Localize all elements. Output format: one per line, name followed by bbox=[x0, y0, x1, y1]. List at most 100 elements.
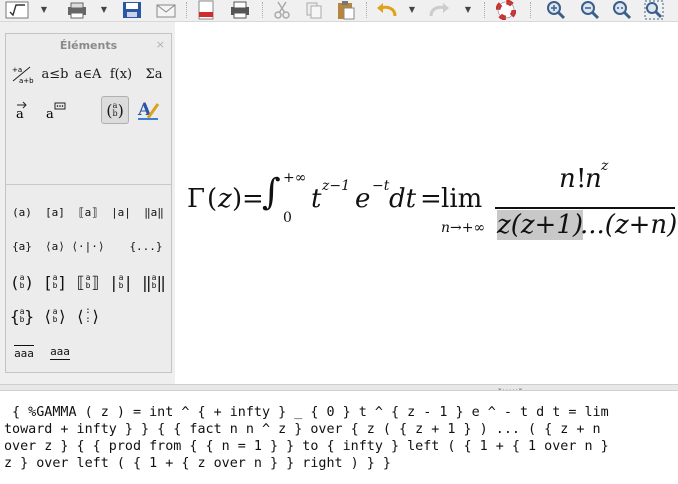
overbrace[interactable]: aaa bbox=[10, 340, 38, 364]
scalable-abs-brackets[interactable]: | a b | bbox=[107, 270, 135, 294]
attributes-icon[interactable]: a bbox=[8, 96, 36, 124]
bracket-left: ‖ bbox=[141, 272, 152, 292]
set-operations-label: a∈A bbox=[74, 66, 102, 82]
operators-label: Σa bbox=[145, 66, 163, 82]
command-editor[interactable]: { %GAMMA ( z ) = int ^ { + infty } _ { 0… bbox=[0, 390, 678, 484]
scalable-norm-brackets[interactable]: ‖ a b ‖ bbox=[140, 270, 168, 294]
bracket-left: ⟦ bbox=[75, 272, 86, 292]
gamma-symbol: Γ bbox=[187, 184, 206, 214]
email-icon[interactable] bbox=[154, 0, 178, 20]
angle-brackets[interactable]: ⟨a⟩ bbox=[41, 234, 69, 258]
bracket-right: ⟩ bbox=[90, 306, 101, 326]
svg-text:a: a bbox=[16, 107, 24, 121]
dt: dt bbox=[389, 184, 417, 214]
operators-icon[interactable]: Σa bbox=[140, 60, 168, 88]
set-operations-icon[interactable]: a∈A bbox=[74, 60, 102, 88]
zoom-in-icon[interactable] bbox=[544, 0, 568, 20]
equals-sign-2: = bbox=[420, 184, 442, 214]
underbrace[interactable]: aaa bbox=[46, 340, 74, 364]
chevron-down-icon[interactable]: ▼ bbox=[464, 6, 472, 14]
unary-binary-ops-icon[interactable]: +a a+b bbox=[8, 60, 36, 88]
equals-sign: = bbox=[242, 184, 264, 214]
panel-divider bbox=[6, 184, 171, 185]
show-all-zoom-icon[interactable] bbox=[642, 0, 666, 20]
bracket-right: ‖ bbox=[156, 272, 167, 292]
command-line[interactable]: toward + infty } } { { fact n n ^ z } ov… bbox=[4, 421, 678, 438]
scalable-operator-brackets[interactable]: ⟨:: ⟩ bbox=[74, 304, 102, 328]
bracket-right: ) bbox=[24, 272, 35, 292]
zoom-out-icon[interactable] bbox=[578, 0, 602, 20]
scalable-angle-brackets[interactable]: ⟨ a b ⟩ bbox=[41, 304, 69, 328]
toolbar-separator bbox=[186, 2, 187, 18]
double-square-brackets[interactable]: ⟦a⟧ bbox=[74, 200, 102, 224]
close-icon[interactable]: × bbox=[156, 38, 165, 51]
zoom-100-icon[interactable] bbox=[610, 0, 634, 20]
paren-close: ) bbox=[232, 184, 243, 214]
undo-icon[interactable] bbox=[374, 0, 400, 20]
numerator-n-power-base: n bbox=[585, 164, 602, 194]
relations-icon[interactable]: a≤b bbox=[41, 60, 69, 88]
functions-icon[interactable]: f(x) bbox=[107, 60, 135, 88]
others-icon[interactable]: a bbox=[41, 96, 69, 124]
lim-subscript: n→+∞ bbox=[441, 220, 486, 236]
command-line[interactable]: over z } { { prod from { { n = 1 } } to … bbox=[4, 438, 678, 455]
brackets-icon[interactable]: (a b) bbox=[101, 96, 129, 124]
scalable-curly-brackets[interactable]: {a b} bbox=[8, 304, 36, 328]
chevron-down-icon[interactable]: ▼ bbox=[100, 6, 108, 14]
toolbar-separator bbox=[530, 2, 531, 18]
command-line[interactable]: { %GAMMA ( z ) = int ^ { + infty } _ { 0… bbox=[4, 404, 678, 421]
scalable-square-brackets[interactable]: [a b] bbox=[41, 270, 69, 294]
formula-view[interactable]: Γ ( z ) = ∫ +∞ 0 t z−1 e −t dt = lim n→+… bbox=[175, 22, 678, 384]
numerator-n: n bbox=[559, 164, 576, 194]
print-icon[interactable] bbox=[228, 0, 252, 20]
square-brackets[interactable]: [a] bbox=[41, 200, 69, 224]
t-exponent: z−1 bbox=[322, 178, 351, 194]
bracket-left: | bbox=[108, 272, 119, 292]
element-categories: +a a+b a≤b a∈A f(x) Σa a a (a b) A bbox=[6, 58, 171, 184]
variable-z: z bbox=[218, 184, 232, 214]
toolbar-separator bbox=[262, 2, 263, 18]
elements-panel: Éléments × +a a+b a≤b a∈A f(x) Σa a a (a b… bbox=[5, 33, 172, 373]
toolbar-separator bbox=[366, 2, 367, 18]
bracket-left: [ bbox=[42, 272, 53, 292]
command-line[interactable]: z } over left ( { 1 + { z over n } } rig… bbox=[4, 455, 678, 472]
norm-brackets[interactable]: ‖a‖ bbox=[140, 200, 168, 224]
copy-icon[interactable] bbox=[302, 0, 326, 20]
scalable-double-square-brackets[interactable]: ⟦ a b ⟧ bbox=[74, 270, 102, 294]
save-icon[interactable] bbox=[120, 0, 144, 20]
curly-brackets[interactable]: {a} bbox=[8, 234, 36, 258]
export-pdf-icon[interactable] bbox=[194, 0, 218, 20]
group-brackets[interactable]: {...} bbox=[129, 234, 162, 258]
integral-lower-limit: 0 bbox=[283, 210, 292, 226]
denominator-rest: ...(z+n) bbox=[580, 210, 678, 240]
integral-sign: ∫ bbox=[262, 172, 281, 213]
bracket-right: ⟧ bbox=[90, 272, 101, 292]
svg-text:a+b: a+b bbox=[19, 77, 34, 85]
underbrace-label: aaa bbox=[50, 344, 70, 360]
abs-brackets[interactable]: |a| bbox=[107, 200, 135, 224]
cut-icon[interactable] bbox=[270, 0, 294, 20]
t-base: t bbox=[311, 184, 322, 214]
lim-operator: lim bbox=[441, 184, 483, 214]
standard-toolbar: ▼ ▼ ▼ ▼ bbox=[0, 0, 678, 22]
panel-title: Éléments bbox=[59, 39, 118, 52]
round-brackets[interactable]: (a) bbox=[8, 200, 36, 224]
formats-icon[interactable]: A bbox=[134, 96, 162, 124]
printer-dropdown-icon[interactable] bbox=[64, 0, 90, 20]
bracket-left: ( bbox=[9, 272, 20, 292]
denominator-selected: z(z+1) bbox=[497, 210, 584, 240]
paste-icon[interactable] bbox=[334, 0, 358, 20]
formula-root-icon[interactable] bbox=[4, 0, 30, 20]
chevron-down-icon[interactable]: ▼ bbox=[408, 6, 416, 14]
bracket-left: ⟨ bbox=[42, 306, 53, 326]
chevron-down-icon[interactable]: ▼ bbox=[40, 6, 48, 14]
integral-upper-limit: +∞ bbox=[283, 170, 307, 186]
numerator-exponent: z bbox=[601, 158, 609, 174]
bracket-left: { bbox=[9, 306, 20, 326]
help-lifebuoy-icon[interactable] bbox=[494, 0, 518, 20]
scalable-round-brackets[interactable]: (a b) bbox=[8, 270, 36, 294]
bracket-right: ⟩ bbox=[57, 306, 68, 326]
bracket-left: ⟨ bbox=[75, 306, 86, 326]
redo-icon[interactable] bbox=[426, 0, 452, 20]
operator-brackets[interactable]: ⟨·|·⟩ bbox=[71, 234, 104, 258]
